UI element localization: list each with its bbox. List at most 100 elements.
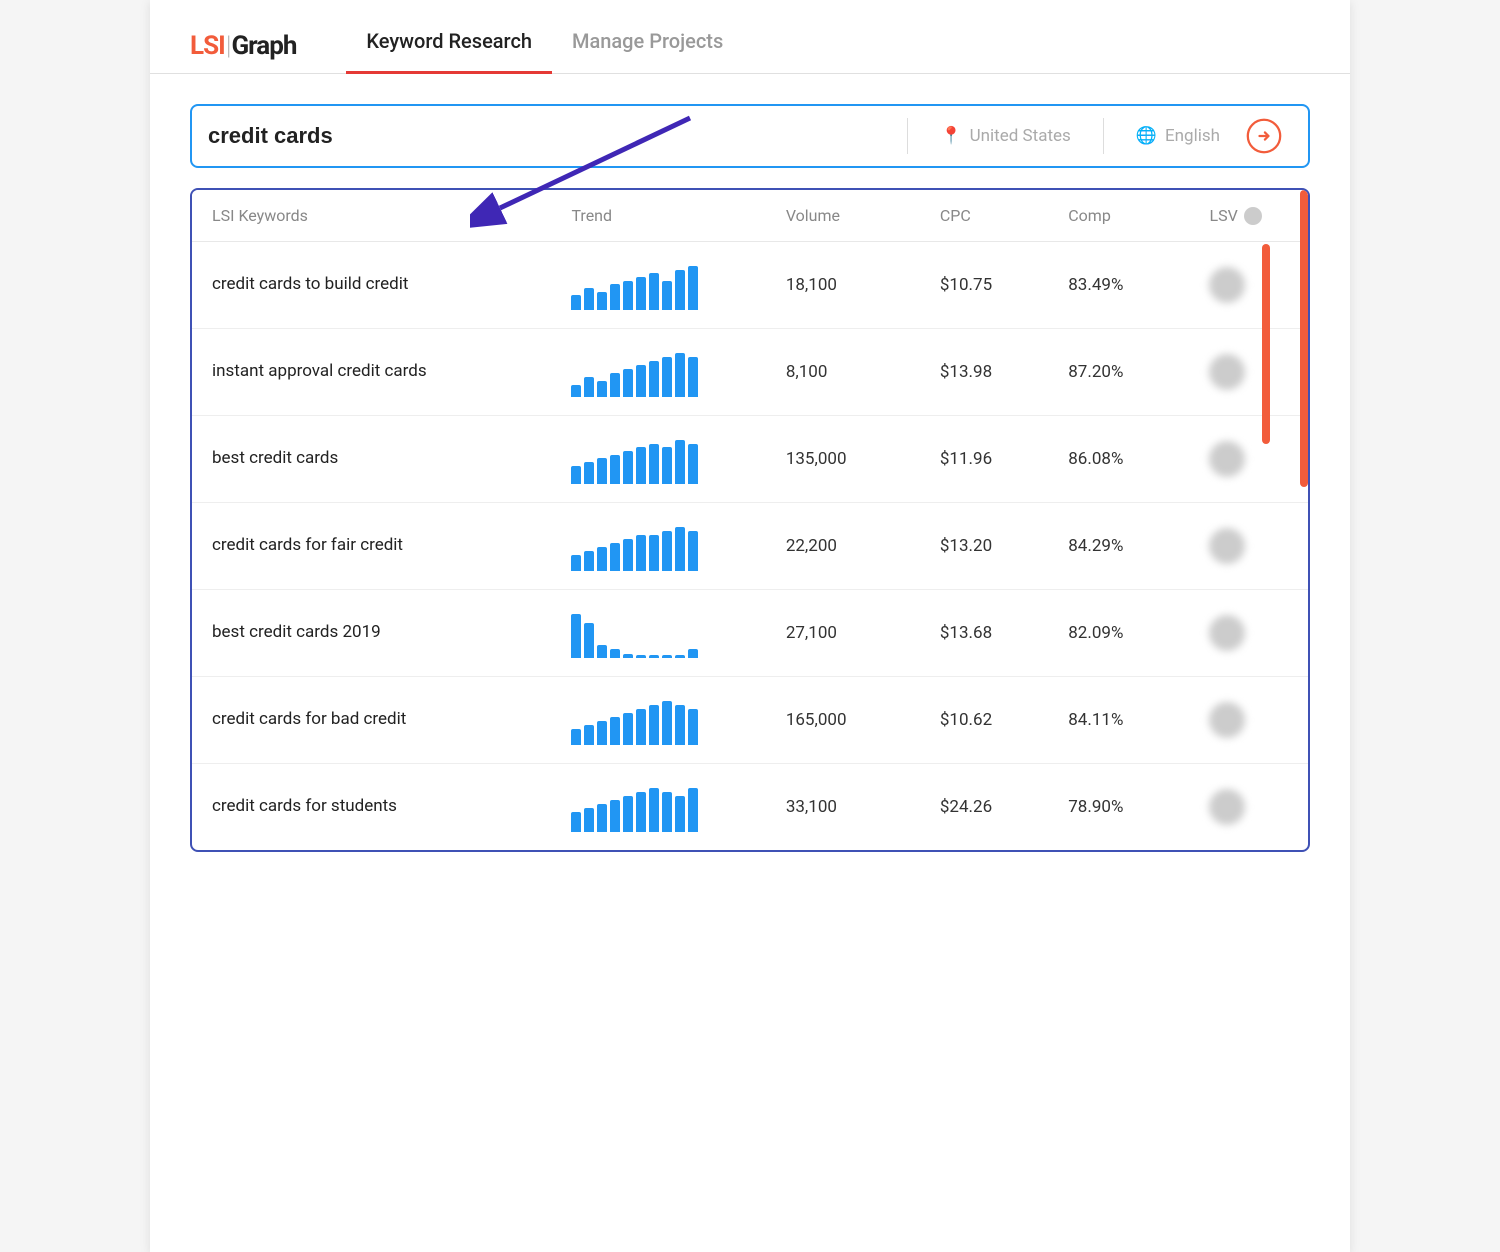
trend-bar <box>597 721 607 745</box>
trend-cell <box>551 590 765 677</box>
cpc-cell: $13.68 <box>920 590 1048 677</box>
trend-bar <box>636 655 646 658</box>
trend-bar <box>675 655 685 658</box>
volume-cell: 22,200 <box>766 503 920 590</box>
tab-keyword-research[interactable]: Keyword Research <box>346 19 552 74</box>
cpc-cell: $11.96 <box>920 416 1048 503</box>
trend-bar <box>649 655 659 658</box>
trend-bar <box>636 447 646 484</box>
trend-bar <box>662 531 672 571</box>
trend-chart <box>571 521 745 571</box>
trend-cell <box>551 503 765 590</box>
trend-bar <box>584 808 594 832</box>
comp-cell: 84.29% <box>1048 503 1189 590</box>
comp-cell: 78.90% <box>1048 764 1189 850</box>
cpc-cell: $10.62 <box>920 677 1048 764</box>
trend-bar <box>610 373 620 397</box>
keyword-text: best credit cards 2019 <box>212 622 381 642</box>
location-icon: 📍 <box>940 126 961 146</box>
table-section: LSI Keywords Trend Volume CPC Comp <box>150 188 1350 892</box>
trend-bar <box>597 458 607 484</box>
keyword-cell: credit cards for bad credit <box>192 677 551 764</box>
trend-bar <box>675 705 685 745</box>
search-input[interactable] <box>208 123 891 149</box>
trend-bar <box>597 381 607 397</box>
volume-cell: 18,100 <box>766 242 920 329</box>
tab-manage-projects[interactable]: Manage Projects <box>552 19 743 74</box>
location-label: United States <box>970 126 1071 146</box>
trend-bar <box>636 792 646 832</box>
trend-bar <box>623 281 633 310</box>
keyword-cell: best credit cards <box>192 416 551 503</box>
submit-icon <box>1246 118 1282 154</box>
trend-cell <box>551 764 765 850</box>
comp-cell: 82.09% <box>1048 590 1189 677</box>
trend-bar <box>584 462 594 484</box>
trend-chart <box>571 608 745 658</box>
trend-chart <box>571 347 745 397</box>
trend-bar <box>675 796 685 832</box>
table-body: credit cards to build credit18,100$10.75… <box>192 242 1308 850</box>
cpc-cell: $24.26 <box>920 764 1048 850</box>
table-row: instant approval credit cards8,100$13.98… <box>192 329 1308 416</box>
comp-cell: 86.08% <box>1048 416 1189 503</box>
search-location[interactable]: 📍 United States <box>924 126 1086 146</box>
nav-bar: LSI | Graph Keyword Research Manage Proj… <box>150 0 1350 74</box>
lsv-blur <box>1209 615 1245 651</box>
cpc-cell: $13.20 <box>920 503 1048 590</box>
lsv-blur <box>1209 441 1245 477</box>
trend-bar <box>623 539 633 571</box>
table-scrollbar[interactable] <box>1262 244 1270 444</box>
search-bar: 📍 United States 🌐 English <box>190 104 1310 168</box>
trend-bar <box>584 551 594 571</box>
trend-chart <box>571 260 745 310</box>
keyword-text: credit cards for fair credit <box>212 535 403 555</box>
comp-cell: 87.20% <box>1048 329 1189 416</box>
table-row: credit cards for bad credit 165,000$10.62… <box>192 677 1308 764</box>
volume-cell: 165,000 <box>766 677 920 764</box>
col-header-trend: Trend <box>551 190 765 242</box>
app-container: LSI | Graph Keyword Research Manage Proj… <box>150 0 1350 1252</box>
keyword-text: credit cards for bad credit <box>212 709 406 729</box>
trend-bar <box>675 353 685 397</box>
lsv-cell <box>1189 416 1308 503</box>
search-submit-button[interactable] <box>1236 112 1292 160</box>
lsv-info-icon[interactable] <box>1244 207 1262 225</box>
logo: LSI | Graph <box>190 31 296 61</box>
trend-bar <box>597 292 607 310</box>
trend-chart <box>571 434 745 484</box>
trend-bar <box>649 705 659 745</box>
logo-separator: | <box>226 31 231 61</box>
search-divider-2 <box>1103 118 1104 154</box>
trend-cell <box>551 416 765 503</box>
lsv-blur <box>1209 789 1245 825</box>
col-header-keywords: LSI Keywords <box>192 190 551 242</box>
trend-bar <box>584 725 594 745</box>
logo-graph: Graph <box>231 31 296 61</box>
trend-bar <box>688 266 698 310</box>
trend-bar <box>649 273 659 310</box>
keyword-cell: credit cards to build credit <box>192 242 551 329</box>
lsv-blur <box>1209 267 1245 303</box>
trend-bar <box>571 466 581 484</box>
col-header-lsv: LSV <box>1189 190 1308 242</box>
trend-bar <box>688 531 698 571</box>
trend-bar <box>610 543 620 571</box>
search-language[interactable]: 🌐 English <box>1120 126 1236 146</box>
keyword-text: best credit cards <box>212 448 338 468</box>
trend-chart <box>571 782 745 832</box>
trend-cell <box>551 677 765 764</box>
trend-bar <box>688 788 698 832</box>
trend-bar <box>571 295 581 310</box>
trend-bar <box>688 709 698 745</box>
trend-cell <box>551 329 765 416</box>
trend-bar <box>662 792 672 832</box>
lsv-blur <box>1209 702 1245 738</box>
search-divider <box>907 118 908 154</box>
trend-bar <box>571 385 581 397</box>
keyword-cell: credit cards for students <box>192 764 551 850</box>
trend-bar <box>636 709 646 745</box>
trend-bar <box>571 555 581 571</box>
trend-bar <box>623 713 633 745</box>
comp-cell: 83.49% <box>1048 242 1189 329</box>
